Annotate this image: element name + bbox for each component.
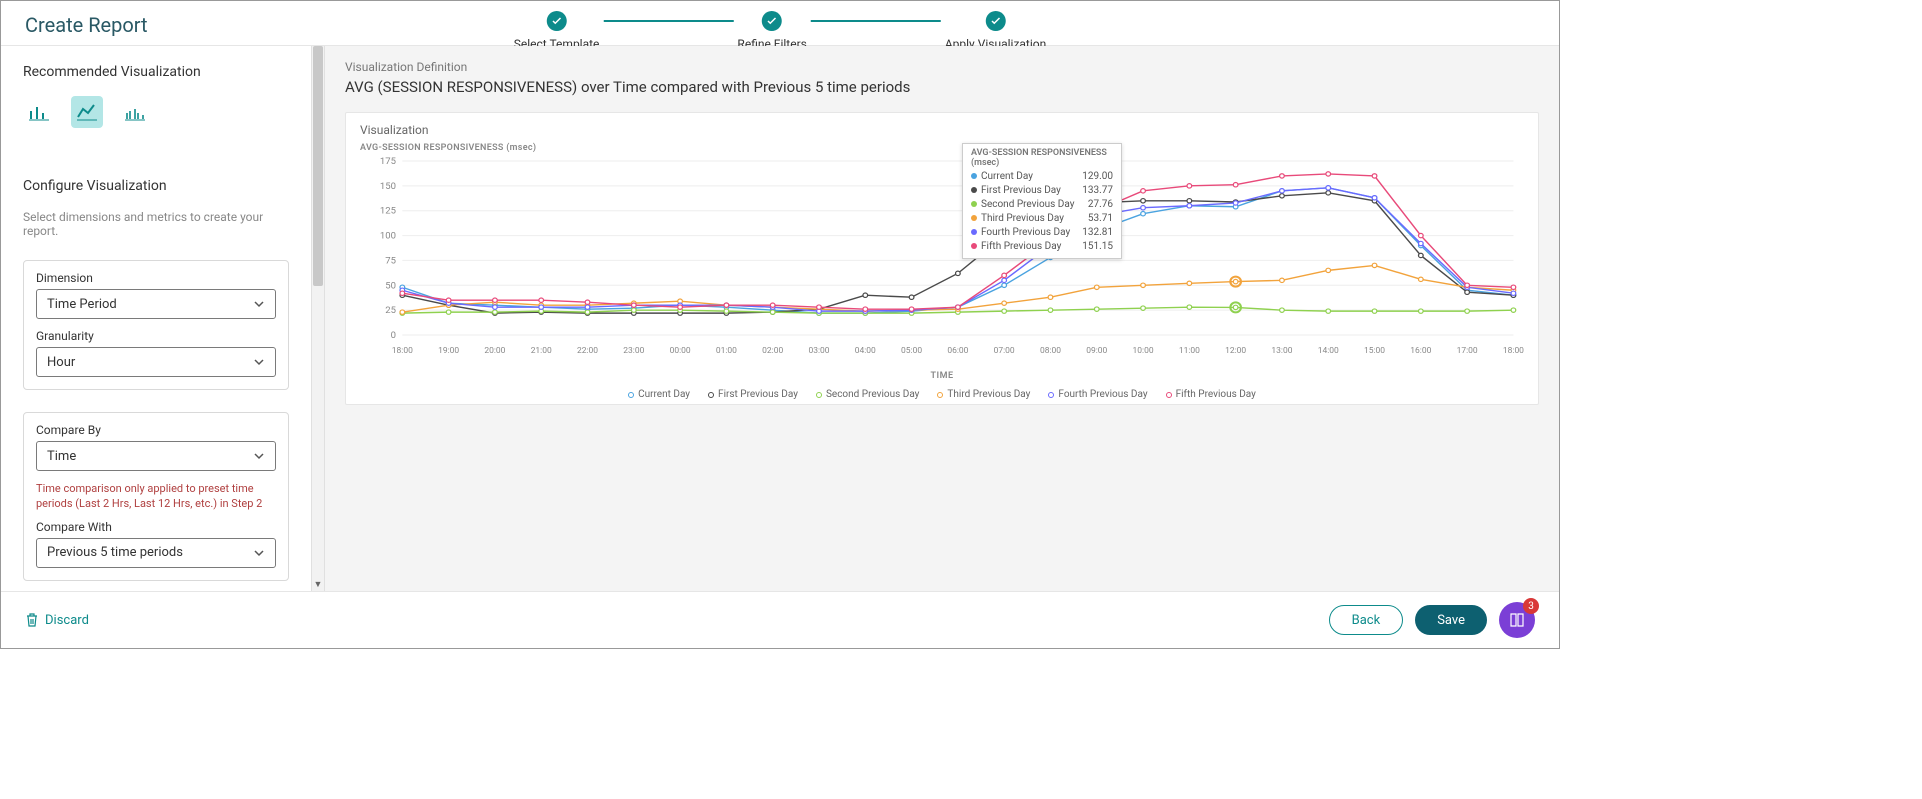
dimension-select[interactable]: Time Period: [36, 289, 276, 319]
step-select-template[interactable]: Select Template: [514, 11, 600, 51]
svg-text:23:00: 23:00: [623, 346, 644, 356]
granularity-select[interactable]: Hour: [36, 347, 276, 377]
configure-heading: Configure Visualization: [23, 178, 289, 194]
discard-button[interactable]: Discard: [25, 612, 89, 628]
definition-label: Visualization Definition: [345, 60, 1539, 74]
recommended-heading: Recommended Visualization: [23, 64, 289, 80]
bar-chart-icon[interactable]: [23, 96, 55, 128]
sidebar-scrollbar[interactable]: ▼: [311, 46, 325, 591]
chart-tooltip: AVG-SESSION RESPONSIVENESS (msec) Curren…: [962, 143, 1122, 259]
definition-text: AVG (SESSION RESPONSIVENESS) over Time c…: [345, 78, 1539, 96]
y-axis-label: AVG-SESSION RESPONSIVENESS (msec): [360, 143, 1524, 153]
grouped-bar-icon[interactable]: [119, 96, 151, 128]
compare-with-label: Compare With: [36, 520, 276, 534]
svg-text:150: 150: [380, 181, 396, 192]
dimension-label: Dimension: [36, 271, 276, 285]
chart-wrap: AVG-SESSION RESPONSIVENESS (msec) 0 25 50 7…: [360, 143, 1524, 400]
app-root: Create Report Select Template Refine Fil…: [0, 0, 1560, 649]
dimension-group: Dimension Time Period Granularity Hour: [23, 260, 289, 390]
svg-text:75: 75: [385, 256, 396, 267]
x-axis-label: TIME: [360, 371, 1524, 381]
svg-text:09:00: 09:00: [1086, 346, 1107, 356]
legend-item[interactable]: Current Day: [628, 389, 690, 400]
compare-group: Compare By Time Time comparison only app…: [23, 412, 289, 581]
scroll-thumb[interactable]: [313, 46, 323, 286]
main-panel: Visualization Definition AVG (SESSION RE…: [325, 46, 1559, 591]
svg-text:21:00: 21:00: [531, 346, 552, 356]
chart-legend: Current Day First Previous Day Second Prev…: [360, 389, 1524, 400]
legend-item[interactable]: Third Previous Day: [937, 389, 1030, 400]
footer: Discard Back Save 3: [1, 591, 1559, 648]
sidebar: Recommended Visualization Configure Visu…: [1, 46, 311, 591]
back-button[interactable]: Back: [1329, 605, 1404, 635]
visualization-card: Visualization AVG-SESSION RESPONSIVENESS…: [345, 112, 1539, 405]
svg-text:175: 175: [380, 156, 396, 167]
granularity-label: Granularity: [36, 329, 276, 343]
compare-by-select[interactable]: Time: [36, 441, 276, 471]
step-apply-visualization[interactable]: Apply Visualization: [945, 11, 1046, 51]
svg-text:13:00: 13:00: [1271, 346, 1292, 356]
compare-by-label: Compare By: [36, 423, 276, 437]
svg-text:02:00: 02:00: [762, 346, 783, 356]
viz-type-picker: [23, 96, 289, 128]
chevron-down-icon: [253, 298, 265, 310]
fab-badge: 3: [1523, 598, 1539, 614]
svg-text:07:00: 07:00: [994, 346, 1015, 356]
chevron-down-icon: [253, 450, 265, 462]
svg-text:25: 25: [385, 305, 396, 316]
svg-text:00:00: 00:00: [670, 346, 691, 356]
compare-with-select[interactable]: Previous 5 time periods: [36, 538, 276, 568]
svg-text:0: 0: [391, 330, 396, 341]
stepper: Select Template Refine Filters Apply Vis…: [514, 11, 1046, 51]
svg-text:100: 100: [380, 231, 396, 242]
legend-item[interactable]: Fifth Previous Day: [1166, 389, 1256, 400]
svg-text:12:00: 12:00: [1225, 346, 1246, 356]
compare-warning: Time comparison only applied to preset t…: [36, 481, 276, 512]
svg-text:04:00: 04:00: [855, 346, 876, 356]
save-button[interactable]: Save: [1415, 605, 1487, 635]
scroll-down-icon[interactable]: ▼: [312, 577, 324, 591]
visualization-label: Visualization: [360, 123, 1524, 137]
step-refine-filters[interactable]: Refine Filters: [737, 11, 806, 51]
svg-text:14:00: 14:00: [1318, 346, 1339, 356]
svg-text:05:00: 05:00: [901, 346, 922, 356]
legend-item[interactable]: First Previous Day: [708, 389, 798, 400]
svg-text:18:00: 18:00: [1503, 346, 1524, 356]
configure-sub: Select dimensions and metrics to create …: [23, 210, 289, 238]
svg-text:16:00: 16:00: [1410, 346, 1431, 356]
svg-text:50: 50: [385, 281, 396, 292]
page-title: Create Report: [25, 13, 148, 37]
svg-text:10:00: 10:00: [1133, 346, 1154, 356]
legend-item[interactable]: Second Previous Day: [816, 389, 919, 400]
svg-text:01:00: 01:00: [716, 346, 737, 356]
svg-text:18:00: 18:00: [392, 346, 413, 356]
svg-text:20:00: 20:00: [484, 346, 505, 356]
book-icon: [1508, 611, 1526, 629]
svg-text:22:00: 22:00: [577, 346, 598, 356]
svg-text:19:00: 19:00: [438, 346, 459, 356]
line-chart: 0 25 50 75 100 125 150 175 18:00 19:00 20:00 21:00 2…: [360, 155, 1524, 365]
svg-text:15:00: 15:00: [1364, 346, 1385, 356]
body: Recommended Visualization Configure Visu…: [1, 46, 1559, 591]
svg-text:17:00: 17:00: [1457, 346, 1478, 356]
chevron-down-icon: [253, 356, 265, 368]
svg-text:06:00: 06:00: [947, 346, 968, 356]
trash-icon: [25, 612, 39, 628]
legend-item[interactable]: Fourth Previous Day: [1048, 389, 1147, 400]
line-chart-icon[interactable]: [71, 96, 103, 128]
help-fab[interactable]: 3: [1499, 602, 1535, 638]
svg-text:08:00: 08:00: [1040, 346, 1061, 356]
svg-text:125: 125: [380, 206, 396, 217]
chevron-down-icon: [253, 547, 265, 559]
svg-text:11:00: 11:00: [1179, 346, 1200, 356]
svg-text:03:00: 03:00: [808, 346, 829, 356]
header: Create Report Select Template Refine Fil…: [1, 1, 1559, 46]
